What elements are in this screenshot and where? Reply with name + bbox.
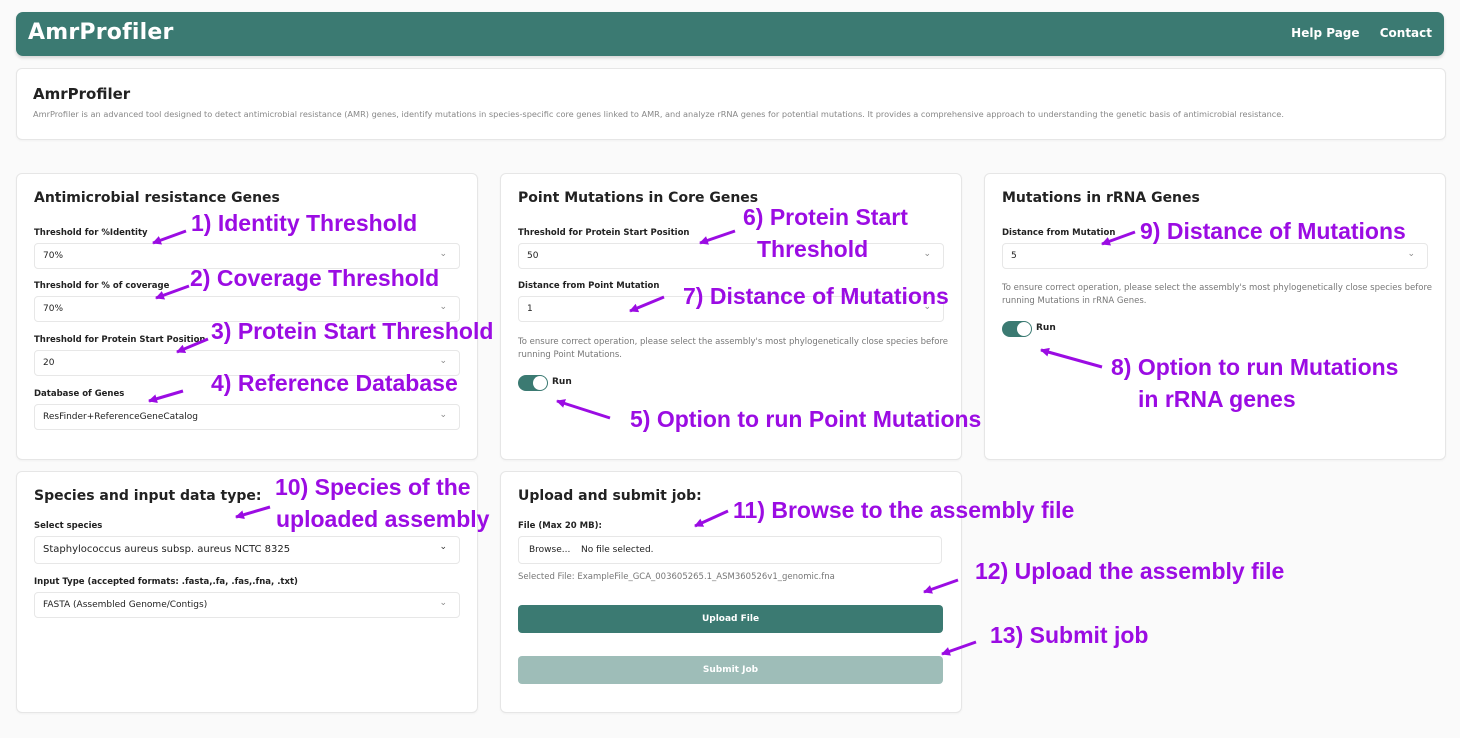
nav-help-page[interactable]: Help Page <box>1291 26 1359 40</box>
chevron-down-icon: ⌄ <box>439 542 447 552</box>
pm-distance-label: Distance from Point Mutation <box>518 281 660 291</box>
species-title: Species and input data type: <box>34 488 262 504</box>
chevron-down-icon: ⌄ <box>439 410 447 420</box>
pm-protein-start-label: Threshold for Protein Start Position <box>518 228 690 238</box>
chevron-down-icon: ⌄ <box>439 249 447 259</box>
gene-database-value: ResFinder+ReferenceGeneCatalog <box>43 412 198 422</box>
file-input[interactable]: Browse... No file selected. <box>518 536 942 564</box>
selected-file-text: Selected File: ExampleFile_GCA_003605265… <box>518 572 835 582</box>
input-type-label: Input Type (accepted formats: .fasta,.fa… <box>34 577 298 587</box>
amr-genes-title: Antimicrobial resistance Genes <box>34 190 280 206</box>
identity-threshold-value: 70% <box>43 251 64 261</box>
toggle-knob <box>533 376 547 390</box>
annotation-1: 1) Identity Threshold <box>191 210 418 236</box>
annotation-12: 12) Upload the assembly file <box>975 558 1285 584</box>
point-mutations-title: Point Mutations in Core Genes <box>518 190 759 206</box>
pm-run-toggle[interactable] <box>518 375 548 391</box>
annotation-4: 4) Reference Database <box>211 370 458 396</box>
rrna-distance-value: 5 <box>1011 251 1017 261</box>
browse-button[interactable]: Browse... <box>529 545 570 555</box>
pm-run-label: Run <box>552 377 572 387</box>
input-type-select[interactable]: FASTA (Assembled Genome/Contigs) ⌄ <box>34 592 460 618</box>
rrna-run-toggle[interactable] <box>1002 321 1032 337</box>
species-label: Select species <box>34 521 103 531</box>
annotation-9: 9) Distance of Mutations <box>1140 218 1406 244</box>
protein-start-threshold-label: Threshold for Protein Start Position <box>34 335 206 345</box>
pm-distance-value: 1 <box>527 304 533 314</box>
input-type-value: FASTA (Assembled Genome/Contigs) <box>43 600 208 610</box>
gene-database-select[interactable]: ResFinder+ReferenceGeneCatalog ⌄ <box>34 404 460 430</box>
file-label: File (Max 20 MB): <box>518 521 602 531</box>
species-select[interactable]: Staphylococcus aureus subsp. aureus NCTC… <box>34 536 460 564</box>
chevron-down-icon: ⌄ <box>1407 249 1415 259</box>
pm-protein-start-select[interactable]: 50 ⌄ <box>518 243 944 269</box>
annotation-10-line1: 10) Species of the <box>275 474 471 500</box>
annotation-11: 11) Browse to the assembly file <box>733 497 1075 523</box>
annotation-6-line1: 6) Protein Start <box>743 204 908 230</box>
chevron-down-icon: ⌄ <box>439 356 447 366</box>
chevron-down-icon: ⌄ <box>923 249 931 259</box>
pm-protein-start-value: 50 <box>527 251 539 261</box>
annotation-3: 3) Protein Start Threshold <box>211 318 494 344</box>
chevron-down-icon: ⌄ <box>439 302 447 312</box>
annotation-13: 13) Submit job <box>990 622 1149 648</box>
chevron-down-icon: ⌄ <box>439 598 447 608</box>
intro-description: AmrProfiler is an advanced tool designed… <box>33 109 1284 119</box>
coverage-threshold-label: Threshold for % of coverage <box>34 281 170 291</box>
upload-title: Upload and submit job: <box>518 488 702 504</box>
pm-note: To ensure correct operation, please sele… <box>518 337 948 360</box>
rrna-title: Mutations in rRNA Genes <box>1002 190 1200 206</box>
species-value: Staphylococcus aureus subsp. aureus NCTC… <box>43 544 291 555</box>
identity-threshold-label: Threshold for %Identity <box>34 228 148 238</box>
annotation-8-line1: 8) Option to run Mutations <box>1111 354 1399 380</box>
annotation-6-line2: Threshold <box>757 236 869 262</box>
rrna-note: To ensure correct operation, please sele… <box>1002 283 1432 306</box>
top-navbar: AmrProfiler Help Page Contact <box>16 12 1444 56</box>
rrna-card: Mutations in rRNA Genes Distance from Mu… <box>984 173 1446 460</box>
annotation-8-line2: in rRNA genes <box>1138 386 1296 412</box>
rrna-distance-select[interactable]: 5 ⌄ <box>1002 243 1428 269</box>
annotation-10-line2: uploaded assembly <box>276 506 490 532</box>
coverage-threshold-value: 70% <box>43 304 64 314</box>
gene-database-label: Database of Genes <box>34 389 125 399</box>
annotation-5: 5) Option to run Point Mutations <box>630 406 982 432</box>
annotation-7: 7) Distance of Mutations <box>683 283 949 309</box>
protein-start-threshold-value: 20 <box>43 358 55 368</box>
rrna-distance-label: Distance from Mutation <box>1002 228 1116 238</box>
intro-card: AmrProfiler AmrProfiler is an advanced t… <box>16 68 1446 140</box>
submit-job-button[interactable]: Submit Job <box>518 656 943 684</box>
app-title[interactable]: AmrProfiler <box>28 20 174 45</box>
file-status: No file selected. <box>581 545 654 555</box>
annotation-2: 2) Coverage Threshold <box>190 265 440 291</box>
intro-title: AmrProfiler <box>33 85 131 103</box>
toggle-knob <box>1017 322 1031 336</box>
rrna-run-label: Run <box>1036 323 1056 333</box>
nav-contact[interactable]: Contact <box>1380 26 1432 40</box>
nav-links: Help Page Contact <box>1275 26 1432 40</box>
upload-file-button[interactable]: Upload File <box>518 605 943 633</box>
